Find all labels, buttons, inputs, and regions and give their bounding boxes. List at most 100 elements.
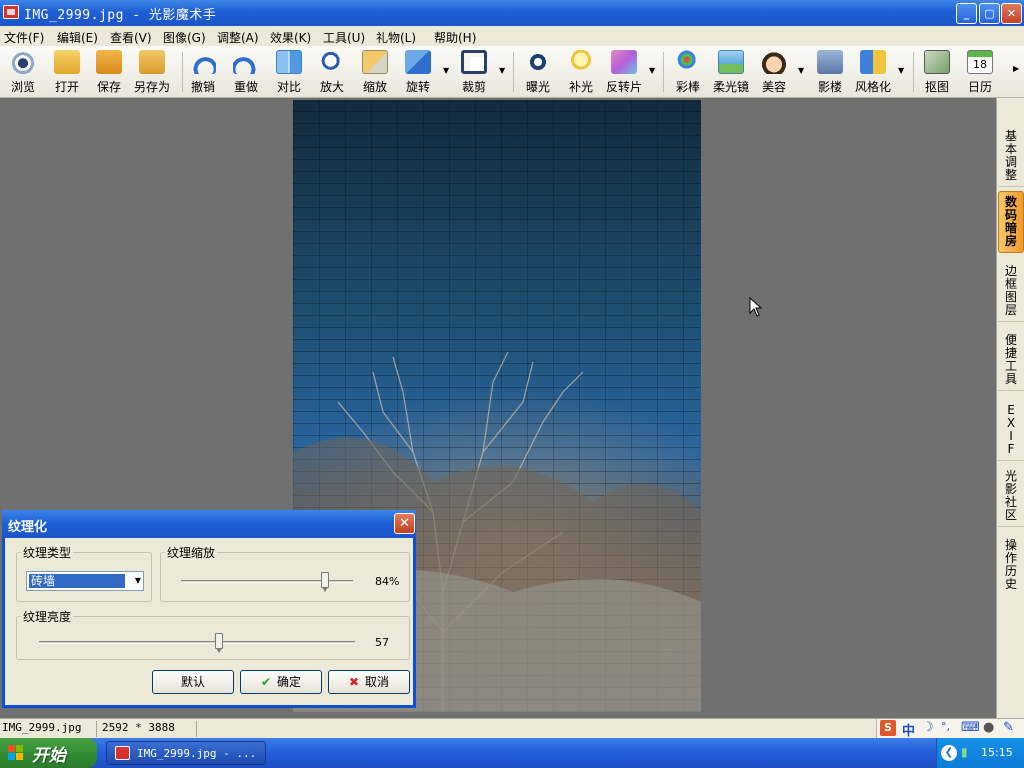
tab-community-label: 光影社区 <box>1004 469 1017 522</box>
soft-focus-icon <box>718 50 744 74</box>
open-button[interactable]: 打开 <box>52 48 82 96</box>
soft-focus-button[interactable]: 柔光镜 <box>711 48 751 96</box>
color-stick-button[interactable]: 彩棒 <box>673 48 703 96</box>
compare-button[interactable]: 对比 <box>274 48 304 96</box>
compare-icon <box>276 50 302 74</box>
close-button[interactable]: ✕ <box>1001 3 1022 24</box>
stylize-label: 风格化 <box>854 80 891 94</box>
ime-lang[interactable]: 中 <box>902 720 915 739</box>
studio-label: 影楼 <box>817 80 842 94</box>
folder-icon <box>54 50 80 74</box>
signal-icon[interactable]: ▮ <box>961 745 968 759</box>
chevron-down-icon[interactable]: ▼ <box>135 576 141 585</box>
texture-type-select[interactable]: 砖墙 ▼ <box>26 571 144 591</box>
tray-expand-icon[interactable]: ❮ <box>941 745 957 761</box>
texture-scale-slider[interactable] <box>321 572 330 592</box>
tab-basic-adjust[interactable]: 基本调整 <box>998 126 1024 187</box>
exposure-label: 曝光 <box>525 80 550 94</box>
redo-icon <box>233 50 259 74</box>
cancel-label: 取消 <box>365 675 390 689</box>
user-icon[interactable]: ● <box>983 720 994 735</box>
save-as-icon <box>139 50 165 74</box>
crop-button[interactable]: 裁剪 <box>459 48 489 96</box>
studio-icon <box>817 50 843 74</box>
app-icon <box>115 746 130 760</box>
texturize-dialog: 纹理化 ✕ 纹理类型 砖墙 ▼ 纹理缩放 84% 纹理亮度 57 默认 ✔ 确定 … <box>2 510 416 708</box>
zoom-in-button[interactable]: 放大 <box>317 48 347 96</box>
menu-image[interactable]: 图像(G) <box>163 29 206 46</box>
menu-file[interactable]: 文件(F) <box>4 29 44 46</box>
tab-community[interactable]: 光影社区 <box>998 466 1024 527</box>
exposure-button[interactable]: 曝光 <box>523 48 553 96</box>
menu-gift[interactable]: 礼物(L) <box>376 29 416 46</box>
stylize-dropdown-icon[interactable]: ▼ <box>898 66 904 75</box>
rotate-icon <box>405 50 431 74</box>
menu-help[interactable]: 帮助(H) <box>434 29 476 46</box>
save-as-button[interactable]: 另存为 <box>132 48 172 96</box>
start-button[interactable]: 开始 <box>0 738 97 768</box>
menu-effects[interactable]: 效果(K) <box>270 29 311 46</box>
beauty-label: 美容 <box>761 80 786 94</box>
tab-exif[interactable]: EXIF <box>998 400 1024 461</box>
redo-label: 重做 <box>233 80 258 94</box>
browse-button[interactable]: 浏览 <box>8 48 38 96</box>
bulb-icon <box>568 50 594 74</box>
menu-tools[interactable]: 工具(U) <box>323 29 365 46</box>
cutout-icon <box>924 50 950 74</box>
cancel-button[interactable]: ✖ 取消 <box>328 670 410 694</box>
clock[interactable]: 15:15 <box>981 746 1013 759</box>
maximize-button[interactable]: ▢ <box>979 3 1000 24</box>
crop-dropdown-icon[interactable]: ▼ <box>499 66 505 75</box>
toolbar-overflow-icon[interactable]: ▶ <box>1013 64 1019 73</box>
negative-button[interactable]: 反转片 <box>604 48 644 96</box>
dialog-close-button[interactable]: ✕ <box>394 513 415 534</box>
tab-digital-darkroom[interactable]: 数码暗房 <box>998 191 1024 253</box>
window-titlebar[interactable]: IMG_2999.jpg - 光影魔术手 _ ▢ ✕ <box>0 0 1024 26</box>
keyboard-icon[interactable]: ⌨ <box>961 720 980 735</box>
check-icon: ✔ <box>260 675 272 689</box>
moon-icon[interactable]: ☽ <box>922 720 934 735</box>
status-divider <box>96 721 97 737</box>
zoom-in-label: 放大 <box>319 80 344 94</box>
redo-button[interactable]: 重做 <box>231 48 261 96</box>
negative-dropdown-icon[interactable]: ▼ <box>649 66 655 75</box>
ok-label: 确定 <box>277 675 302 689</box>
dialog-title: 纹理化 <box>8 520 48 535</box>
texture-brightness-label: 纹理亮度 <box>23 610 72 624</box>
mouse-cursor-icon <box>749 297 763 317</box>
menu-adjust[interactable]: 调整(A) <box>217 29 259 46</box>
menu-view[interactable]: 查看(V) <box>110 29 152 46</box>
tab-frame-layer[interactable]: 边框图层 <box>998 261 1024 322</box>
sogou-icon[interactable]: S <box>880 720 896 736</box>
save-button[interactable]: 保存 <box>94 48 124 96</box>
color-stick-label: 彩棒 <box>675 80 700 94</box>
scale-button[interactable]: 缩放 <box>360 48 390 96</box>
beauty-button[interactable]: 美容 <box>759 48 789 96</box>
undo-button[interactable]: 撤销 <box>188 48 218 96</box>
wrench-icon[interactable]: ✎ <box>1003 720 1014 735</box>
rotate-dropdown-icon[interactable]: ▼ <box>443 66 449 75</box>
rotate-button[interactable]: 旋转 <box>403 48 433 96</box>
save-as-label: 另存为 <box>133 80 170 94</box>
beauty-dropdown-icon[interactable]: ▼ <box>798 66 804 75</box>
taskbar-app-button[interactable]: IMG_2999.jpg - ... <box>106 741 266 765</box>
texture-brightness-slider[interactable] <box>215 633 224 653</box>
stylize-button[interactable]: 风格化 <box>853 48 893 96</box>
dialog-titlebar[interactable]: 纹理化 ✕ <box>2 510 416 538</box>
cutout-button[interactable]: 抠图 <box>922 48 952 96</box>
tab-history[interactable]: 操作历史 <box>998 535 1024 595</box>
minimize-button[interactable]: _ <box>956 3 977 24</box>
texture-brightness-track[interactable] <box>39 641 355 644</box>
menu-edit[interactable]: 编辑(E) <box>57 29 98 46</box>
default-button[interactable]: 默认 <box>152 670 234 694</box>
studio-button[interactable]: 影楼 <box>815 48 845 96</box>
compare-label: 对比 <box>276 80 301 94</box>
tab-quick-tools[interactable]: 便捷工具 <box>998 330 1024 391</box>
calendar-button[interactable]: 18 日历 <box>965 48 995 96</box>
ok-button[interactable]: ✔ 确定 <box>240 670 322 694</box>
taskbar: 开始 IMG_2999.jpg - ... ❮ ▮ 15:15 <box>0 738 1024 768</box>
status-filename: IMG_2999.jpg <box>2 721 82 734</box>
ime-toolbar[interactable]: S 中 ☽ °, ⌨ ● ✎ <box>876 719 1024 739</box>
punctuation-icon[interactable]: °, <box>941 720 950 733</box>
fill-light-button[interactable]: 补光 <box>566 48 596 96</box>
